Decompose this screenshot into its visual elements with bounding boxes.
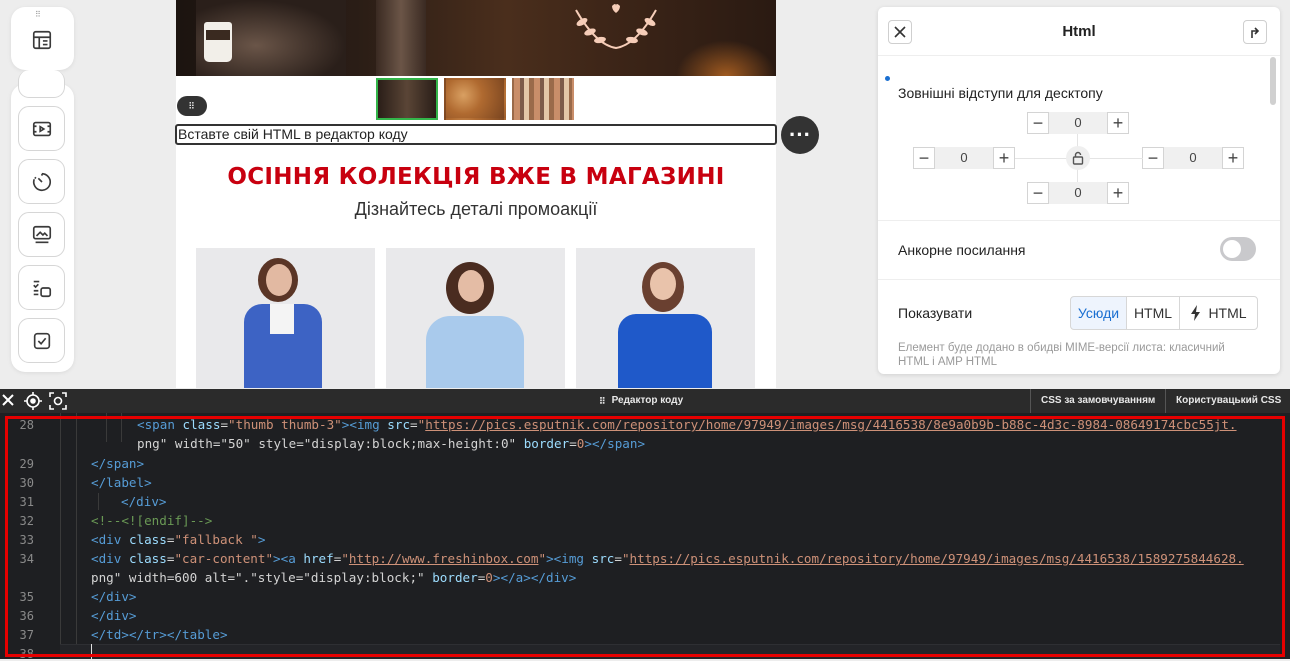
crosshair-icon [24, 392, 42, 410]
thumb-1[interactable] [376, 78, 438, 120]
promo-title: ОСІННЯ КОЛЕКЦІЯ ВЖЕ В МАГАЗИНІ [227, 164, 725, 190]
anchor-label: Анкорне посилання [898, 242, 1026, 258]
lock-margins-button[interactable] [1066, 146, 1090, 170]
margin-top-value[interactable]: 0 [1049, 112, 1107, 134]
product-card-3[interactable] [576, 248, 755, 388]
dots-grid-icon: ⠿ [188, 101, 196, 111]
margin-right-stepper[interactable]: −0 + [1142, 147, 1244, 169]
show-amp-html-label: HTML [1208, 305, 1247, 321]
margin-right-value[interactable]: 0 [1164, 147, 1222, 169]
bar-divider [1030, 389, 1031, 413]
product-card-1[interactable] [196, 248, 375, 388]
margin-left-value[interactable]: 0 [935, 147, 993, 169]
drag-handle-icon[interactable]: ⠿ [35, 11, 51, 21]
mime-note: Елемент буде додано в обидві MIME-версії… [898, 342, 1225, 368]
wreath-ornament [575, 4, 657, 50]
section-divider [878, 279, 1280, 280]
unlock-icon [1072, 151, 1084, 165]
hero-image [176, 0, 776, 76]
drag-grip-icon: ⠿ [599, 395, 606, 406]
focus-icon [49, 392, 67, 410]
minus-icon[interactable]: − [1027, 112, 1049, 134]
code-editor-bar: ⠿ Редактор коду CSS за замовчуванням Кор… [0, 389, 1290, 413]
close-icon [2, 394, 14, 406]
thumb-2[interactable] [444, 78, 506, 120]
panel-title: Html [1062, 23, 1096, 40]
minus-icon[interactable]: − [913, 147, 935, 169]
minus-icon[interactable]: − [1027, 182, 1049, 204]
toggle-knob [1223, 240, 1241, 258]
plus-icon[interactable]: + [1222, 147, 1244, 169]
timer-icon [32, 172, 51, 191]
show-everywhere-option[interactable]: Усюди [1070, 296, 1127, 330]
show-html-option[interactable]: HTML [1126, 296, 1180, 330]
show-html-label: HTML [1133, 305, 1173, 321]
html-placeholder[interactable]: Вставте свій HTML в редактор коду [175, 124, 777, 145]
plus-icon[interactable]: + [1107, 182, 1129, 204]
more-dots-icon: ··· [789, 122, 811, 147]
menu-block-button[interactable] [18, 265, 65, 310]
css-custom-tab[interactable]: Користувацький CSS [1176, 395, 1281, 406]
show-everywhere-label: Усюди [1077, 305, 1120, 321]
locate-button[interactable] [24, 392, 42, 410]
anchor-toggle[interactable] [1220, 237, 1256, 261]
email-canvas [176, 0, 776, 388]
settings-panel: Html Зовнішні відступи для десктопу −0 + … [878, 7, 1280, 374]
bar-divider [1165, 389, 1166, 413]
show-amp-html-option[interactable]: HTML [1179, 296, 1258, 330]
margin-left-stepper[interactable]: −0 + [913, 147, 1015, 169]
editor-title: Редактор коду [611, 395, 684, 406]
image-text-icon [32, 225, 51, 243]
block-drag-handle[interactable]: ⠿ [177, 96, 207, 116]
panel-scrollbar[interactable] [1270, 57, 1276, 105]
focus-button[interactable] [49, 392, 67, 410]
css-default-tab[interactable]: CSS за замовчуванням [1041, 395, 1155, 406]
timer-block-button[interactable] [18, 159, 65, 204]
block-more-button[interactable]: ··· [781, 116, 819, 154]
video-block-button[interactable] [18, 106, 65, 151]
banner-block-button[interactable] [18, 212, 65, 257]
tools-card [11, 70, 74, 372]
show-label: Показувати [898, 305, 973, 321]
save-block-button[interactable] [1243, 20, 1267, 44]
lightning-icon [1191, 305, 1201, 321]
margin-bottom-value[interactable]: 0 [1049, 182, 1107, 204]
editor-title-group[interactable]: ⠿ Редактор коду [599, 395, 683, 406]
checkbox-icon [33, 332, 50, 349]
plus-icon[interactable]: + [993, 147, 1015, 169]
product-card-2[interactable] [386, 248, 565, 388]
plus-icon[interactable]: + [1107, 112, 1129, 134]
margin-bottom-stepper[interactable]: −0 + [1027, 182, 1129, 204]
promo-subtitle: Дізнайтесь деталі промоакції [354, 199, 598, 219]
code-highlight-frame [5, 416, 1285, 657]
arrow-up-icon [1251, 27, 1260, 38]
video-icon [32, 121, 51, 136]
active-dot [885, 76, 890, 81]
checkbox-block-button[interactable] [18, 318, 65, 363]
layout-blocks-icon[interactable] [31, 29, 53, 51]
list-check-icon [32, 280, 51, 297]
minus-icon[interactable]: − [1142, 147, 1164, 169]
margin-top-stepper[interactable]: −0 + [1027, 112, 1129, 134]
drag-card: ⠿ [11, 7, 74, 70]
thumb-3[interactable] [512, 78, 574, 120]
close-editor-button[interactable] [1, 393, 17, 409]
margins-label: Зовнішні відступи для десктопу [898, 85, 1103, 101]
tool-partial-icon[interactable] [18, 70, 65, 98]
panel-header-divider [878, 55, 1280, 56]
section-divider [878, 220, 1280, 221]
